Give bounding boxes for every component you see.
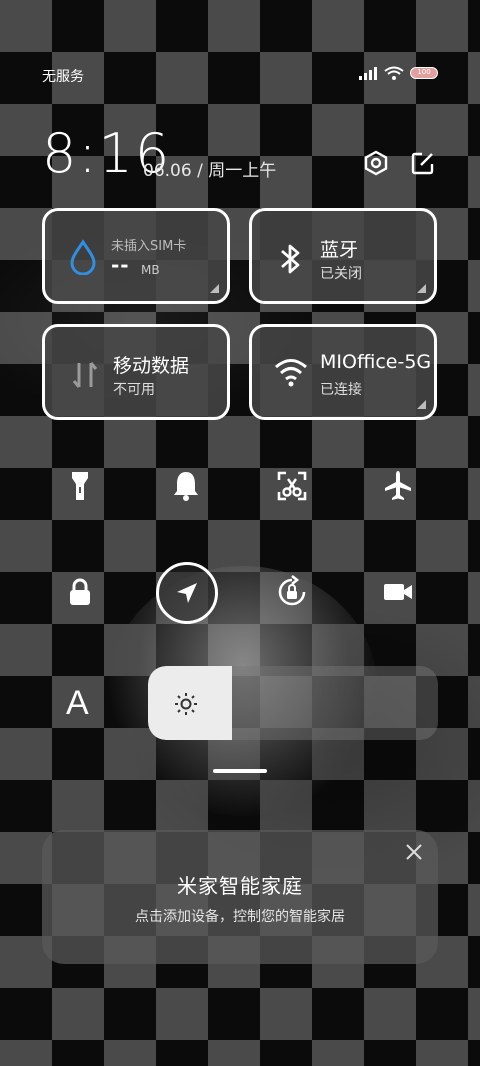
bluetooth-status: 已关闭 [320,266,362,282]
tile-data-usage[interactable]: 未插入SIM卡 -- MB [42,208,230,304]
mobile-data-status: 不可用 [113,382,155,398]
expand-corner-icon [417,400,426,409]
bluetooth-title: 蓝牙 [320,239,359,261]
smart-home-card[interactable]: 米家智能家庭 点击添加设备，控制您的智能家居 [42,830,438,964]
wifi-status: 已连接 [320,382,362,398]
mobile-data-title: 移动数据 [113,355,190,377]
water-drop-icon [70,239,96,275]
data-usage-value: -- [111,253,130,277]
screenshot-icon[interactable] [274,468,310,504]
brightness-slider[interactable] [148,666,438,740]
navigation-arrow-icon [177,583,197,603]
card-subtitle: 点击添加设备，控制您的智能家居 [135,909,345,925]
tile-bluetooth[interactable]: 蓝牙 已关闭 [249,208,437,304]
clock-date: 06.06 / 周一上午 [143,161,277,181]
bell-icon[interactable] [168,468,204,504]
clock-row: 8:16 06.06 / 周一上午 [42,122,442,186]
card-title: 米家智能家庭 [177,874,303,898]
sun-icon [175,693,197,715]
close-icon[interactable] [404,842,424,862]
battery-icon: 100 [410,67,438,79]
bluetooth-icon [281,244,300,274]
mobile-data-icon [72,362,98,388]
edit-icon[interactable] [410,150,436,176]
wifi-title: MIOffice-5G [320,351,430,373]
tile-wifi[interactable]: MIOffice-5G 已连接 [249,324,437,420]
flashlight-icon[interactable] [62,468,98,504]
carrier-text: 无服务 [42,69,84,85]
wifi-status-icon [384,66,404,80]
tile-mobile-data[interactable]: 移动数据 不可用 [42,324,230,420]
expand-corner-icon [417,284,426,293]
font-size-button[interactable]: A [66,684,89,723]
wifi-icon [275,359,307,387]
expand-corner-icon [210,284,219,293]
status-icons: 100 [358,66,438,80]
rotation-lock-icon[interactable] [274,574,310,610]
location-toggle[interactable] [156,562,218,624]
data-usage-label: 未插入SIM卡 [111,239,187,254]
data-usage-unit: MB [141,263,160,277]
drag-handle[interactable] [213,769,267,773]
airplane-icon[interactable] [380,468,416,504]
signal-icon [359,67,377,80]
status-bar: 无服务 100 [0,64,480,88]
settings-icon[interactable] [363,150,389,176]
lock-icon[interactable] [62,574,98,610]
video-camera-icon[interactable] [380,574,416,610]
